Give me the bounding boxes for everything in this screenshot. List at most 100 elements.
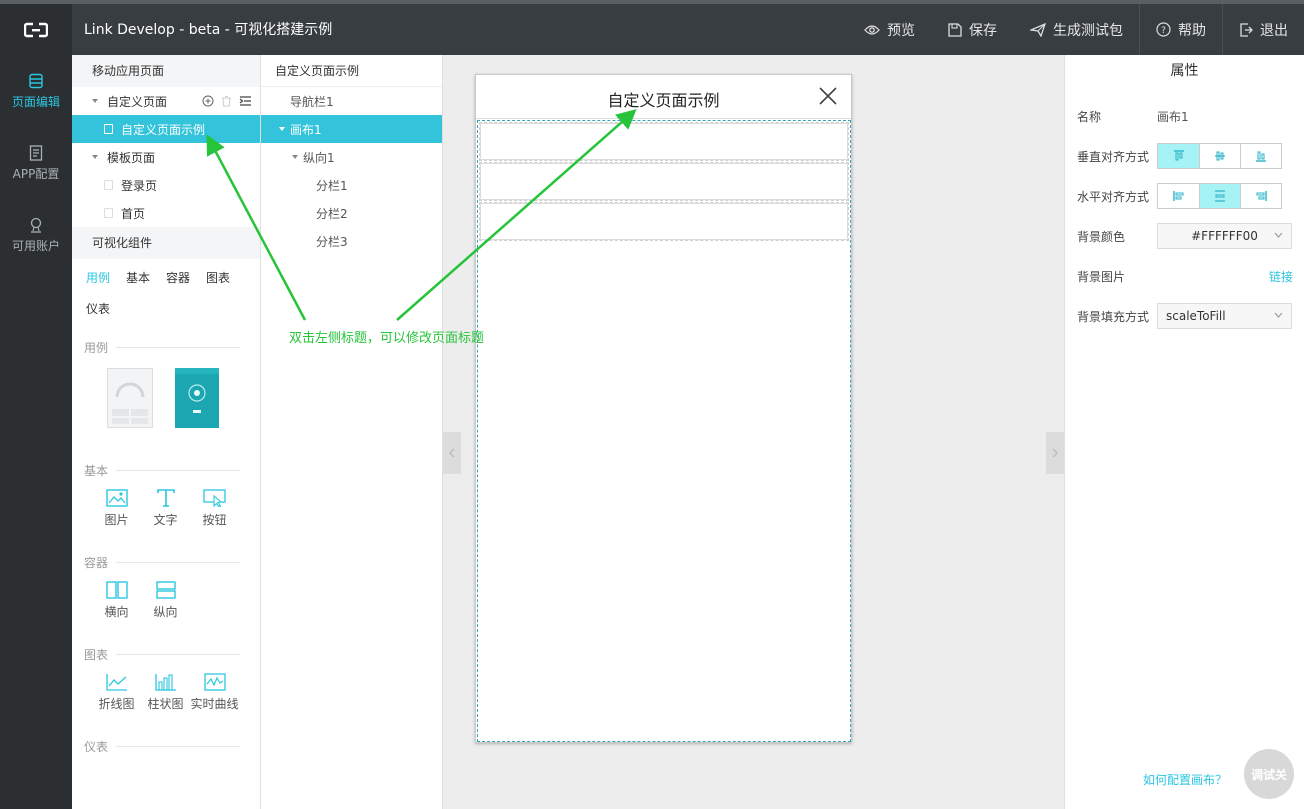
component-realtime-chart-label: 实时曲线 — [190, 697, 239, 711]
logout-button[interactable]: 退出 — [1222, 4, 1304, 55]
help-button[interactable]: ? 帮助 — [1139, 4, 1222, 55]
chart-components: 折线图 柱状图 实时曲线 — [72, 673, 260, 712]
tree-item-custom-page[interactable]: 自定义页面示例 — [72, 115, 260, 143]
bg-image-link[interactable]: 链接 — [1269, 270, 1293, 284]
rail-item-app-config[interactable]: APP配置 — [0, 127, 72, 199]
help-configure-canvas-link[interactable]: 如何配置画布？ — [1143, 771, 1227, 788]
component-button[interactable]: 按钮 — [190, 489, 239, 528]
collapse-left-button[interactable] — [443, 432, 461, 474]
column-1[interactable] — [479, 122, 849, 161]
outline-item-canvas[interactable]: 画布1 — [261, 115, 442, 143]
caret-down-icon[interactable] — [279, 127, 285, 131]
valign-bottom-button[interactable] — [1240, 144, 1281, 168]
tree-group-template[interactable]: 模板页面 — [72, 143, 260, 171]
bg-fill-select[interactable]: scaleToFill — [1157, 303, 1292, 329]
outline-toggle-icon[interactable] — [239, 95, 252, 107]
example-device-thumbnail[interactable] — [175, 368, 221, 428]
caret-down-icon[interactable] — [92, 155, 98, 159]
caret-down-icon[interactable] — [92, 99, 98, 103]
valign-middle-button[interactable] — [1199, 144, 1240, 168]
component-horizontal[interactable]: 横向 — [92, 581, 141, 620]
add-icon[interactable] — [202, 95, 214, 107]
help-icon: ? — [1156, 22, 1171, 37]
save-label: 保存 — [969, 22, 997, 39]
outline-item-canvas-label: 画布1 — [290, 122, 322, 137]
align-center-icon — [1215, 190, 1225, 202]
tree-group-custom[interactable]: 自定义页面 — [72, 87, 260, 115]
debug-toggle-button[interactable]: 调试关 — [1244, 749, 1294, 799]
column-3[interactable] — [479, 202, 849, 241]
prop-valign-label: 垂直对齐方式 — [1077, 149, 1150, 164]
align-right-icon — [1256, 191, 1267, 201]
tree-item-home-page[interactable]: 首页 — [72, 199, 260, 227]
text-icon — [156, 489, 175, 507]
align-top-icon — [1173, 150, 1184, 161]
bg-color-value: #FFFFFF00 — [1191, 229, 1258, 243]
rail-label-app-config: APP配置 — [12, 166, 60, 181]
phone-navbar[interactable]: 自定义页面示例 — [476, 75, 851, 119]
pages-panel: 移动应用页面 自定义页面 自定义页面示例 模板页面 登录页 首页 可视化组件 用… — [72, 55, 261, 809]
component-line-chart[interactable]: 折线图 — [92, 673, 141, 712]
app-title: Link Develop - beta - 可视化搭建示例 — [84, 22, 333, 38]
example-gauge-thumbnail[interactable] — [107, 368, 153, 428]
tab-basic[interactable]: 基本 — [126, 271, 166, 302]
logout-label: 退出 — [1260, 22, 1288, 39]
prop-bg-color: 背景颜色 #FFFFFF00 — [1077, 223, 1293, 249]
rail-label-page-edit: 页面编辑 — [11, 94, 60, 109]
annotation-text: 双击左侧标题，可以修改页面标题 — [289, 331, 485, 346]
outline-item-column-1[interactable]: 分栏1 — [261, 171, 442, 199]
close-icon[interactable] — [819, 87, 837, 105]
link-logo-icon — [24, 22, 48, 37]
collapse-right-button[interactable] — [1046, 432, 1064, 474]
tab-examples[interactable]: 用例 — [86, 271, 126, 302]
group-actions — [202, 95, 252, 107]
phone-page-title[interactable]: 自定义页面示例 — [476, 87, 851, 111]
tree-item-login-label: 登录页 — [121, 178, 158, 193]
prop-name: 名称 画布1 — [1077, 108, 1293, 125]
tab-chart[interactable]: 图表 — [206, 271, 246, 302]
column-2[interactable] — [479, 162, 849, 201]
halign-right-button[interactable] — [1240, 184, 1281, 208]
top-bar: Link Develop - beta - 可视化搭建示例 预览 保存 生成测试… — [0, 0, 1304, 55]
tab-gauge[interactable]: 仪表 — [86, 302, 126, 333]
logo[interactable] — [0, 4, 72, 55]
component-realtime-chart[interactable]: 实时曲线 — [190, 673, 239, 712]
canvas-1[interactable] — [477, 120, 851, 742]
caret-down-icon[interactable] — [292, 155, 298, 159]
tree-item-login-page[interactable]: 登录页 — [72, 171, 260, 199]
page-icon — [104, 124, 113, 134]
preview-button[interactable]: 预览 — [847, 4, 931, 55]
valign-top-button[interactable] — [1158, 144, 1199, 168]
prop-name-value: 画布1 — [1157, 110, 1189, 124]
component-text[interactable]: 文字 — [141, 489, 190, 528]
outline-item-navbar[interactable]: 导航栏1 — [261, 87, 442, 115]
rail-item-accounts[interactable]: 可用账户 — [0, 199, 72, 271]
align-left-icon — [1172, 191, 1183, 201]
component-bar-chart[interactable]: 柱状图 — [141, 673, 190, 712]
group-title-examples: 用例 — [84, 339, 240, 356]
chevron-down-icon — [1274, 232, 1283, 238]
component-image[interactable]: 图片 — [92, 489, 141, 528]
component-vertical[interactable]: 纵向 — [141, 581, 190, 620]
outline-item-column-3[interactable]: 分栏3 — [261, 227, 442, 255]
document-icon — [29, 144, 43, 161]
halign-center-button[interactable] — [1199, 184, 1240, 208]
rail-item-page-edit[interactable]: 页面编辑 — [0, 55, 72, 127]
tab-container[interactable]: 容器 — [166, 271, 206, 302]
tree-group-template-label: 模板页面 — [107, 150, 156, 165]
left-rail: 页面编辑 APP配置 可用账户 — [0, 55, 72, 809]
outline-item-vertical[interactable]: 纵向1 — [261, 143, 442, 171]
tree-item-custom-page-label: 自定义页面示例 — [121, 122, 206, 137]
rail-label-accounts: 可用账户 — [11, 238, 60, 253]
build-test-package-button[interactable]: 生成测试包 — [1013, 4, 1139, 55]
bg-color-select[interactable]: #FFFFFF00 — [1157, 223, 1292, 249]
prop-bg-image: 背景图片 链接 — [1077, 268, 1293, 285]
halign-left-button[interactable] — [1158, 184, 1199, 208]
outline-item-column-2[interactable]: 分栏2 — [261, 199, 442, 227]
prop-name-label: 名称 — [1077, 110, 1102, 124]
save-button[interactable]: 保存 — [931, 4, 1013, 55]
phone-preview: 自定义页面示例 — [475, 74, 852, 743]
component-line-chart-label: 折线图 — [98, 697, 135, 711]
delete-icon[interactable] — [221, 95, 232, 107]
group-title-container-label: 容器 — [84, 556, 109, 570]
